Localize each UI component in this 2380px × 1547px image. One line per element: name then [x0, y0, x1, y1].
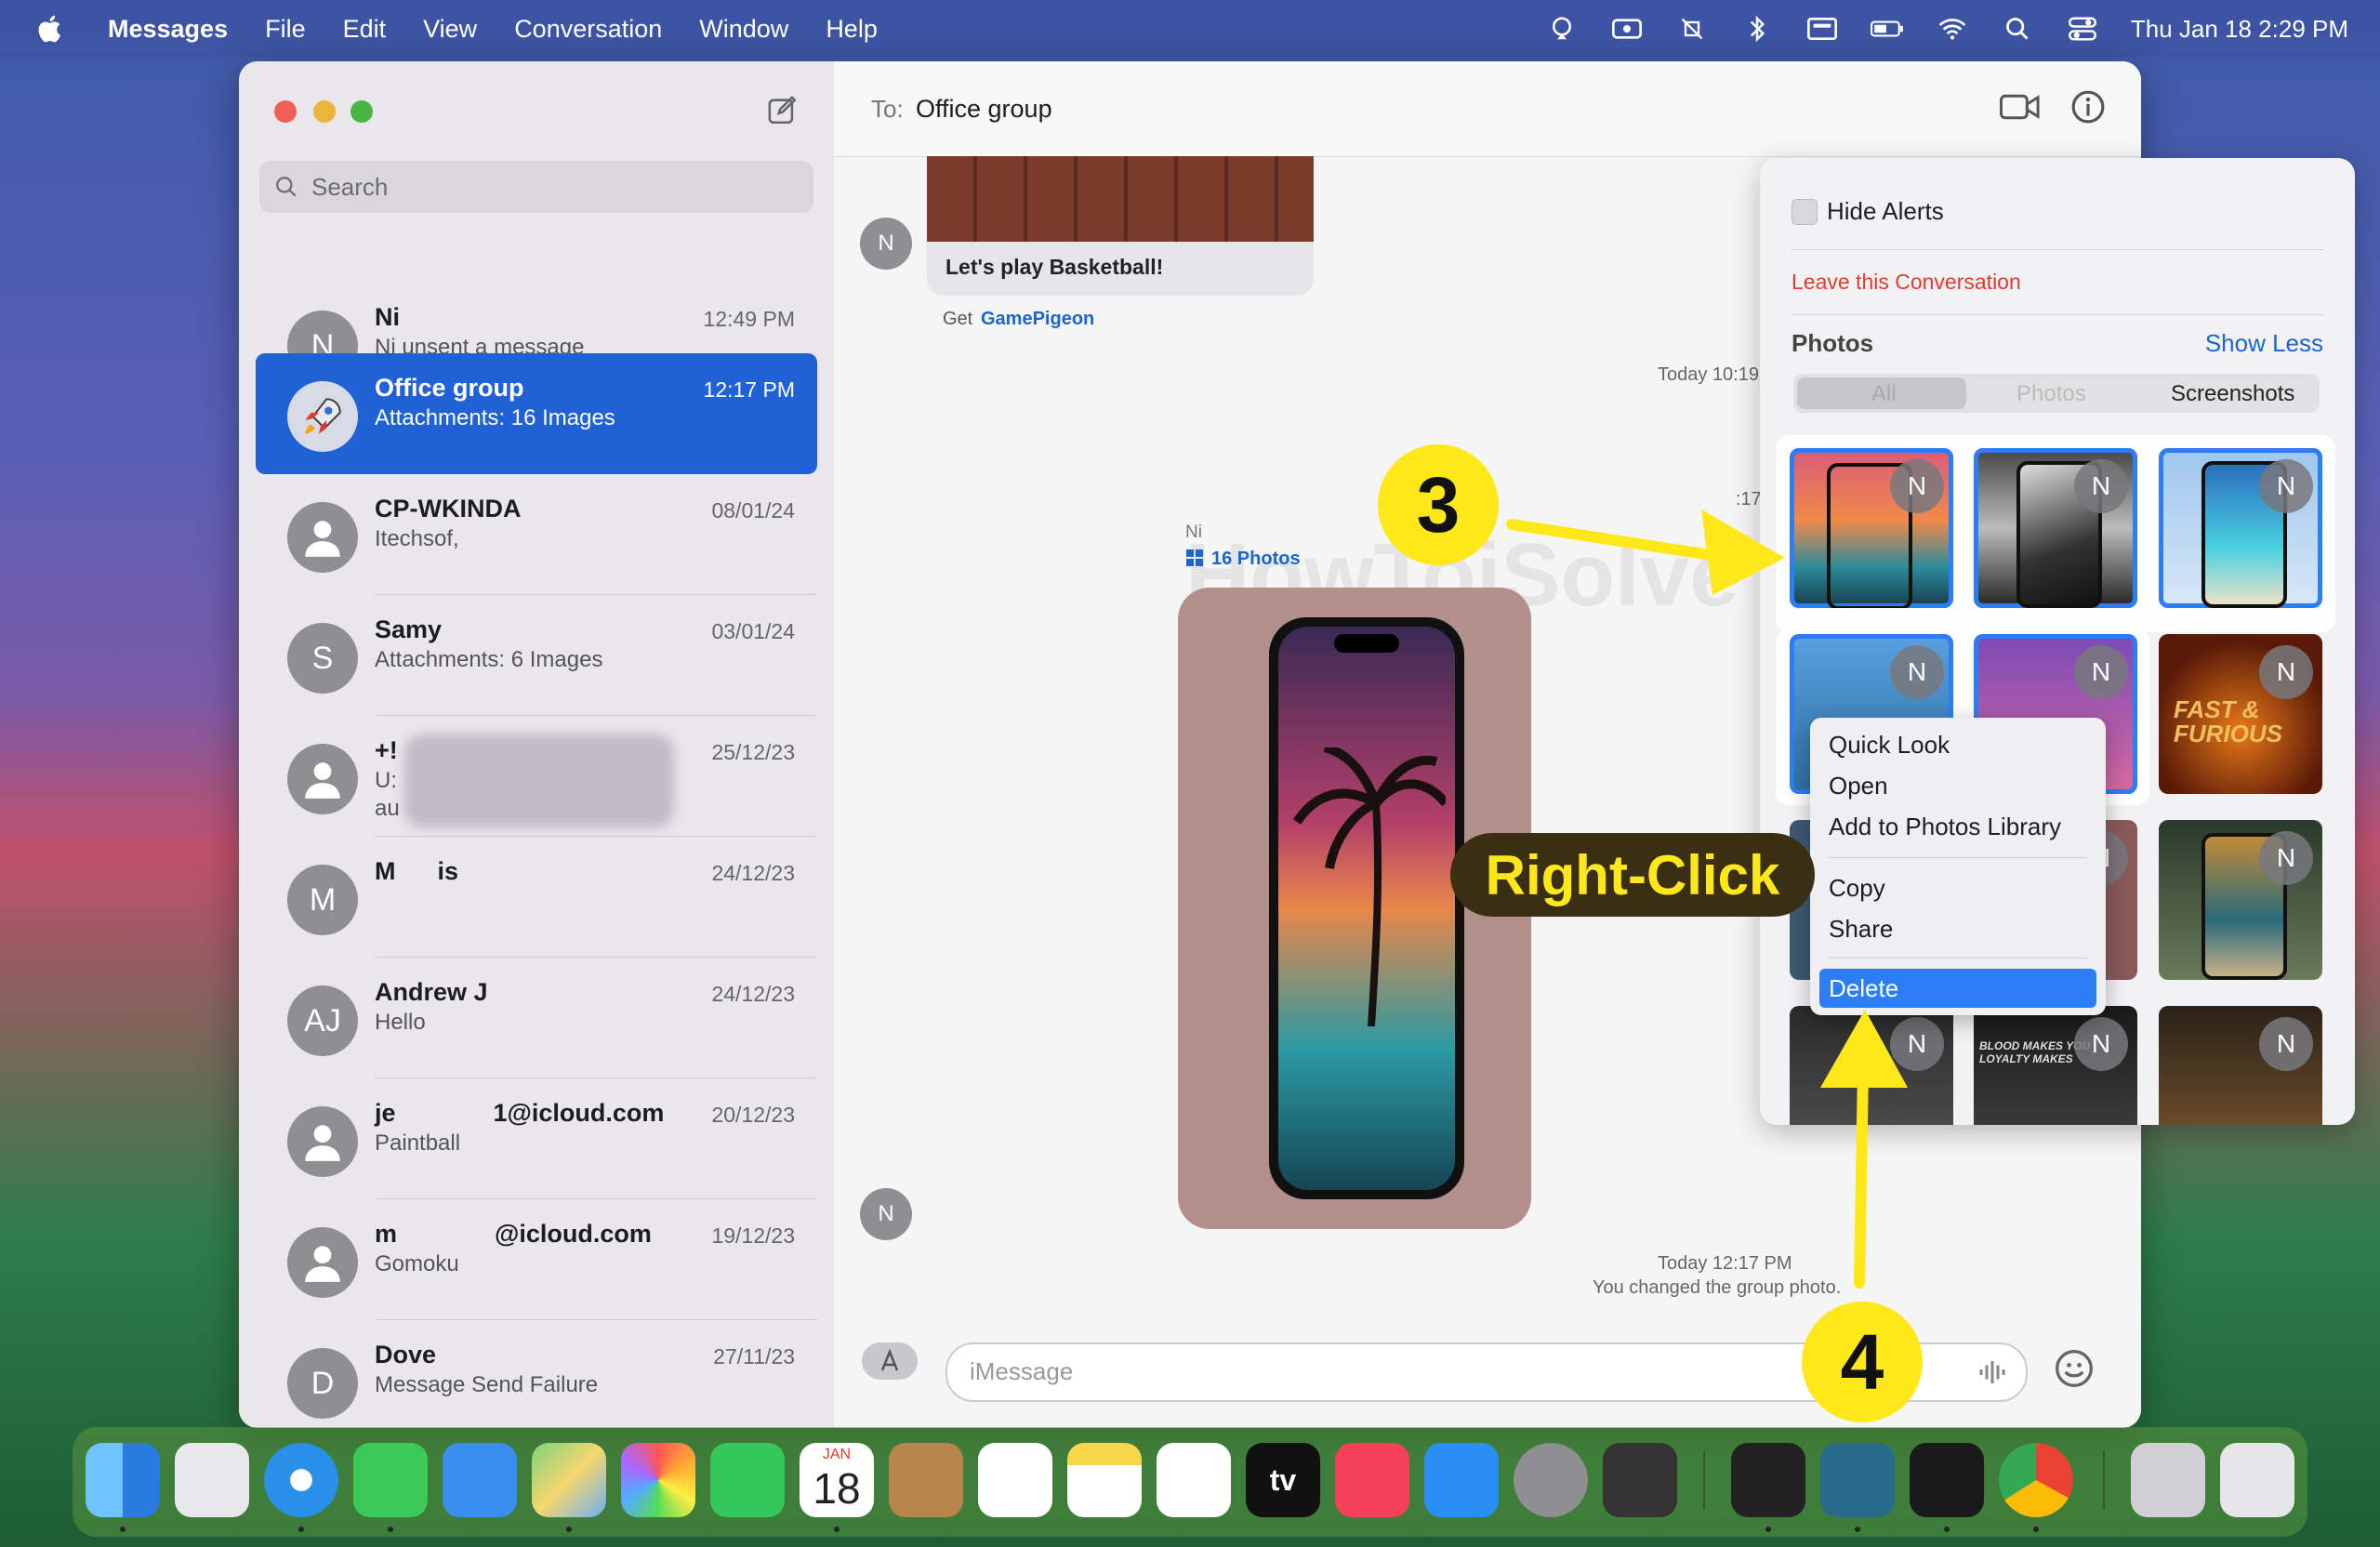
running-indicator — [1765, 1527, 1771, 1532]
music-file-icon[interactable] — [2131, 1443, 2205, 1517]
messages-icon[interactable] — [353, 1443, 428, 1517]
arrow-head-step-4 — [1820, 1010, 1908, 1088]
running-indicator — [566, 1527, 572, 1532]
contacts-icon[interactable] — [889, 1443, 963, 1517]
arrow-step-3 — [1506, 519, 1735, 563]
launchpad-icon[interactable] — [175, 1443, 249, 1517]
running-indicator — [298, 1527, 304, 1532]
calendar-day: 18 — [813, 1464, 861, 1513]
chrome-icon[interactable] — [1999, 1443, 2073, 1517]
running-indicator — [1855, 1527, 1860, 1532]
freeform-icon[interactable] — [1157, 1443, 1231, 1517]
calendar-icon[interactable]: JAN 18 — [800, 1443, 874, 1517]
dock-separator — [2103, 1450, 2105, 1510]
running-indicator — [120, 1527, 126, 1532]
finder-icon[interactable] — [86, 1443, 160, 1517]
quicktime-icon[interactable] — [1603, 1443, 1677, 1517]
safari-icon[interactable] — [264, 1443, 338, 1517]
app-store-icon[interactable] — [1424, 1443, 1499, 1517]
arrow-step-4 — [1854, 1064, 1869, 1289]
system-settings-icon[interactable] — [1514, 1443, 1588, 1517]
terminal-icon[interactable] — [1731, 1443, 1805, 1517]
notes-icon[interactable] — [1067, 1443, 1142, 1517]
mail-icon[interactable] — [443, 1443, 517, 1517]
annotation-arrows — [1506, 509, 1908, 1289]
running-indicator — [834, 1527, 840, 1532]
dock-separator — [1703, 1450, 1705, 1510]
scrivener-icon[interactable] — [1820, 1443, 1895, 1517]
trash-icon[interactable] — [2220, 1443, 2294, 1517]
music-icon[interactable] — [1335, 1443, 1409, 1517]
running-indicator — [2033, 1527, 2039, 1532]
arrow-head-step-3 — [1701, 509, 1785, 595]
activity-monitor-icon[interactable] — [1910, 1443, 1984, 1517]
calendar-month: JAN — [822, 1447, 852, 1462]
tv-label: tv — [1269, 1463, 1297, 1497]
photos-icon[interactable] — [621, 1443, 695, 1517]
facetime-icon[interactable] — [710, 1443, 785, 1517]
running-indicator — [1944, 1527, 1950, 1532]
apple-tv-icon[interactable]: tv — [1246, 1443, 1320, 1517]
maps-icon[interactable] — [532, 1443, 606, 1517]
running-indicator — [388, 1527, 393, 1532]
reminders-icon[interactable] — [978, 1443, 1052, 1517]
